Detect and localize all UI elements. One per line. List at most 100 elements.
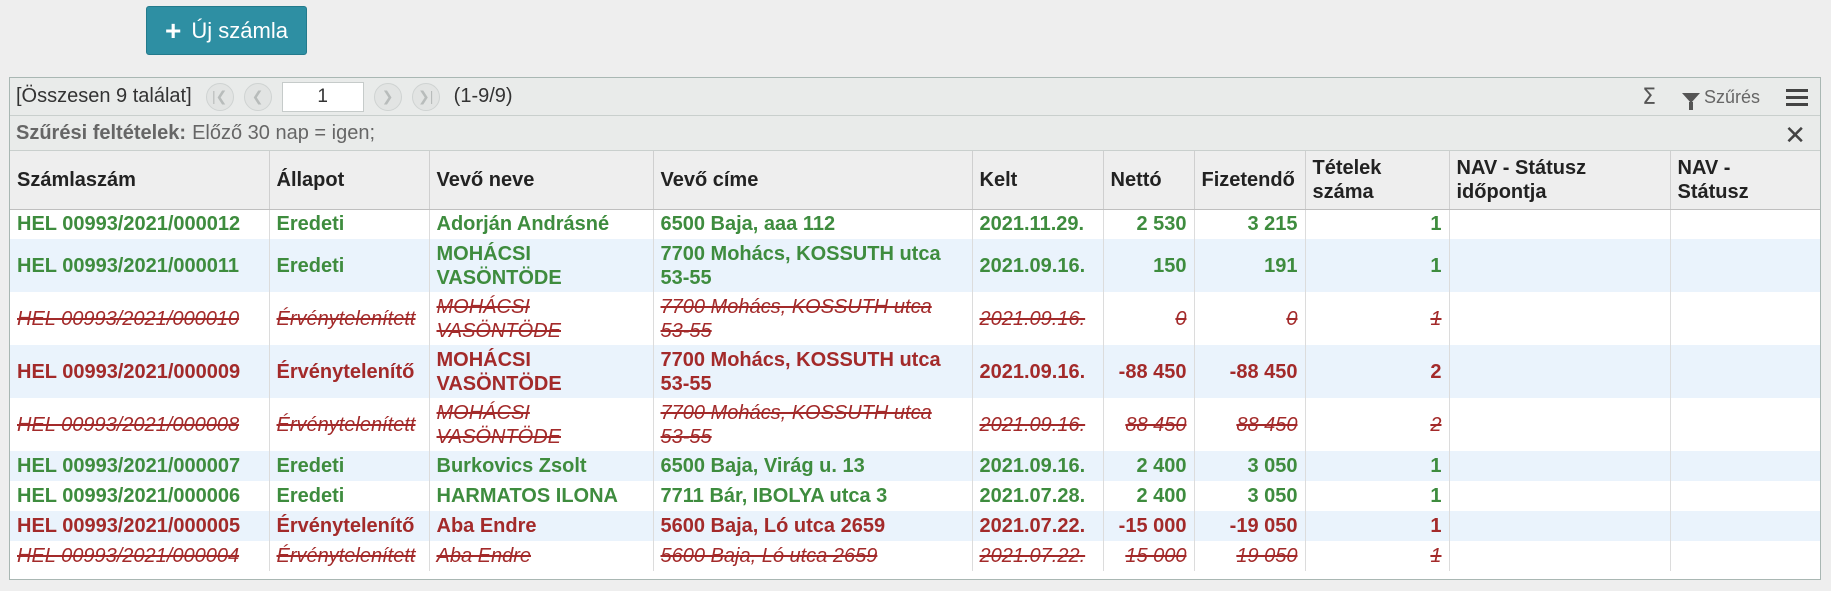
table-row[interactable]: HEL 00993/2021/000007 Eredeti Burkovics Zs… xyxy=(10,451,1820,481)
cell-customer-name: Aba Endre xyxy=(429,541,654,571)
cell-payable-amount: -19 050 xyxy=(1194,511,1306,541)
cell-status: Érvénytelenített xyxy=(269,292,430,345)
cell-invoice-number: HEL 00993/2021/000007 xyxy=(10,451,270,481)
cell-nav-status-time xyxy=(1449,292,1671,345)
new-invoice-button[interactable]: + Új számla xyxy=(146,6,307,55)
filter-button[interactable]: Szűrés xyxy=(1681,86,1760,110)
column-header-net-amount[interactable]: Nettó xyxy=(1103,151,1195,210)
filter-conditions-label: Szűrési feltételek: xyxy=(16,121,187,144)
cell-customer-address: 7700 Mohács, KOSSUTH utca 53-55 xyxy=(653,239,973,292)
column-header-label: Számlaszám xyxy=(17,168,136,191)
cell-net-amount: 2 530 xyxy=(1103,209,1195,239)
sum-icon[interactable]: Σ xyxy=(1642,85,1656,110)
cell-customer-name: HARMATOS ILONA xyxy=(429,481,654,511)
cell-item-count: 1 xyxy=(1305,511,1450,541)
table-row[interactable]: HEL 00993/2021/000005 Érvénytelenítő Aba E… xyxy=(10,511,1820,541)
cell-customer-name: MOHÁCSI VASÖNTÖDE xyxy=(429,345,654,398)
filter-conditions-bar: Szűrési feltételek: Előző 30 nap = igen;… xyxy=(10,116,1820,151)
table-row[interactable]: HEL 00993/2021/000004 Érvénytelenített Aba… xyxy=(10,541,1820,571)
cell-issue-date: 2021.07.22. xyxy=(972,511,1104,541)
cell-nav-status-time xyxy=(1449,481,1671,511)
first-page-icon[interactable]: |❮ xyxy=(205,82,234,111)
prev-page-icon[interactable]: ❮ xyxy=(243,82,272,111)
cell-invoice-number: HEL 00993/2021/000008 xyxy=(10,398,270,451)
cell-nav-status xyxy=(1670,345,1820,398)
cell-net-amount: 2 400 xyxy=(1103,481,1195,511)
column-header-label: Vevő neve xyxy=(436,168,535,191)
column-header-label: Fizetendő xyxy=(1201,168,1295,191)
column-header-label: NAV - xyxy=(1677,156,1731,179)
cell-issue-date: 2021.07.22. xyxy=(972,541,1104,571)
cell-payable-amount: 3 050 xyxy=(1194,481,1306,511)
column-header-label: időpontja xyxy=(1456,180,1547,203)
column-header-customer-address[interactable]: Vevő címe xyxy=(653,151,973,210)
cell-payable-amount: 19 050 xyxy=(1194,541,1306,571)
column-header-issue-date[interactable]: Kelt xyxy=(972,151,1104,210)
menu-icon[interactable] xyxy=(1786,88,1808,106)
cell-nav-status xyxy=(1670,451,1820,481)
column-header-payable-amount[interactable]: Fizetendő xyxy=(1194,151,1306,210)
filter-label: Szűrés xyxy=(1703,86,1760,107)
cell-status: Érvénytelenített xyxy=(269,398,430,451)
cell-nav-status xyxy=(1670,481,1820,511)
cell-nav-status xyxy=(1670,209,1820,239)
cell-invoice-number: HEL 00993/2021/000006 xyxy=(10,481,270,511)
column-header-label: NAV - Státusz xyxy=(1456,156,1587,179)
cell-status: Eredeti xyxy=(269,451,430,481)
column-header-label: száma xyxy=(1312,180,1374,203)
column-header-item-count[interactable]: Tételek száma xyxy=(1305,151,1450,210)
cell-payable-amount: 3 050 xyxy=(1194,451,1306,481)
cell-status: Eredeti xyxy=(269,209,430,239)
cell-issue-date: 2021.09.16. xyxy=(972,398,1104,451)
cell-status: Érvénytelenítő xyxy=(269,345,430,398)
cell-customer-name: Aba Endre xyxy=(429,511,654,541)
cell-customer-address: 5600 Baja, Ló utca 2659 xyxy=(653,511,973,541)
cell-item-count: 1 xyxy=(1305,292,1450,345)
table-row[interactable]: HEL 00993/2021/000011 Eredeti MOHÁCSI VASÖ… xyxy=(10,239,1820,292)
cell-invoice-number: HEL 00993/2021/000011 xyxy=(10,239,270,292)
cell-net-amount: -15 000 xyxy=(1103,511,1195,541)
column-header-label: Tételek xyxy=(1312,156,1382,179)
funnel-icon xyxy=(1681,93,1700,110)
cell-nav-status-time xyxy=(1449,345,1671,398)
pager-bar: [Összesen 9 találat] |❮ ❮ ❯ ❯| (1-9/9) Σ… xyxy=(10,78,1820,116)
cell-status: Eredeti xyxy=(269,481,430,511)
cell-nav-status-time xyxy=(1449,541,1671,571)
page-number-input[interactable] xyxy=(281,81,364,112)
table-row[interactable]: HEL 00993/2021/000006 Eredeti HARMATOS ILO… xyxy=(10,481,1820,511)
column-header-nav-status-time[interactable]: NAV - Státusz időpontja xyxy=(1449,151,1671,210)
table-body: HEL 00993/2021/000012 Eredeti Adorján Andr… xyxy=(10,209,1820,571)
column-header-status[interactable]: Állapot xyxy=(269,151,430,210)
cell-issue-date: 2021.07.28. xyxy=(972,481,1104,511)
cell-customer-address: 6500 Baja, aaa 112 xyxy=(653,209,973,239)
cell-net-amount: 150 xyxy=(1103,239,1195,292)
next-page-icon[interactable]: ❯ xyxy=(373,82,402,111)
cell-item-count: 1 xyxy=(1305,481,1450,511)
cell-issue-date: 2021.11.29. xyxy=(972,209,1104,239)
cell-nav-status xyxy=(1670,292,1820,345)
cell-customer-address: 7700 Mohács, KOSSUTH utca 53-55 xyxy=(653,345,973,398)
cell-status: Eredeti xyxy=(269,239,430,292)
close-icon[interactable]: ✕ xyxy=(1784,120,1806,151)
cell-issue-date: 2021.09.16. xyxy=(972,345,1104,398)
cell-customer-address: 6500 Baja, Virág u. 13 xyxy=(653,451,973,481)
cell-item-count: 2 xyxy=(1305,398,1450,451)
cell-nav-status-time xyxy=(1449,209,1671,239)
table-row[interactable]: HEL 00993/2021/000010 Érvénytelenített MOH… xyxy=(10,292,1820,345)
cell-issue-date: 2021.09.16. xyxy=(972,451,1104,481)
table-row[interactable]: HEL 00993/2021/000012 Eredeti Adorján Andr… xyxy=(10,209,1820,239)
cell-net-amount: -88 450 xyxy=(1103,345,1195,398)
cell-item-count: 1 xyxy=(1305,451,1450,481)
column-header-customer-name[interactable]: Vevő neve xyxy=(429,151,654,210)
table-row[interactable]: HEL 00993/2021/000008 Érvénytelenített MOH… xyxy=(10,398,1820,451)
last-page-icon[interactable]: ❯| xyxy=(411,82,440,111)
cell-customer-name: MOHÁCSI VASÖNTÖDE xyxy=(429,239,654,292)
new-invoice-label: Új számla xyxy=(191,17,288,43)
column-header-label: Kelt xyxy=(979,168,1018,191)
cell-invoice-number: HEL 00993/2021/000005 xyxy=(10,511,270,541)
column-header-label: Nettó xyxy=(1110,168,1162,191)
cell-customer-address: 5600 Baja, Ló utca 2659 xyxy=(653,541,973,571)
table-row[interactable]: HEL 00993/2021/000009 Érvénytelenítő MOHÁC… xyxy=(10,345,1820,398)
column-header-invoice-number[interactable]: Számlaszám xyxy=(10,151,270,210)
column-header-nav-status[interactable]: NAV - Státusz xyxy=(1670,151,1820,210)
